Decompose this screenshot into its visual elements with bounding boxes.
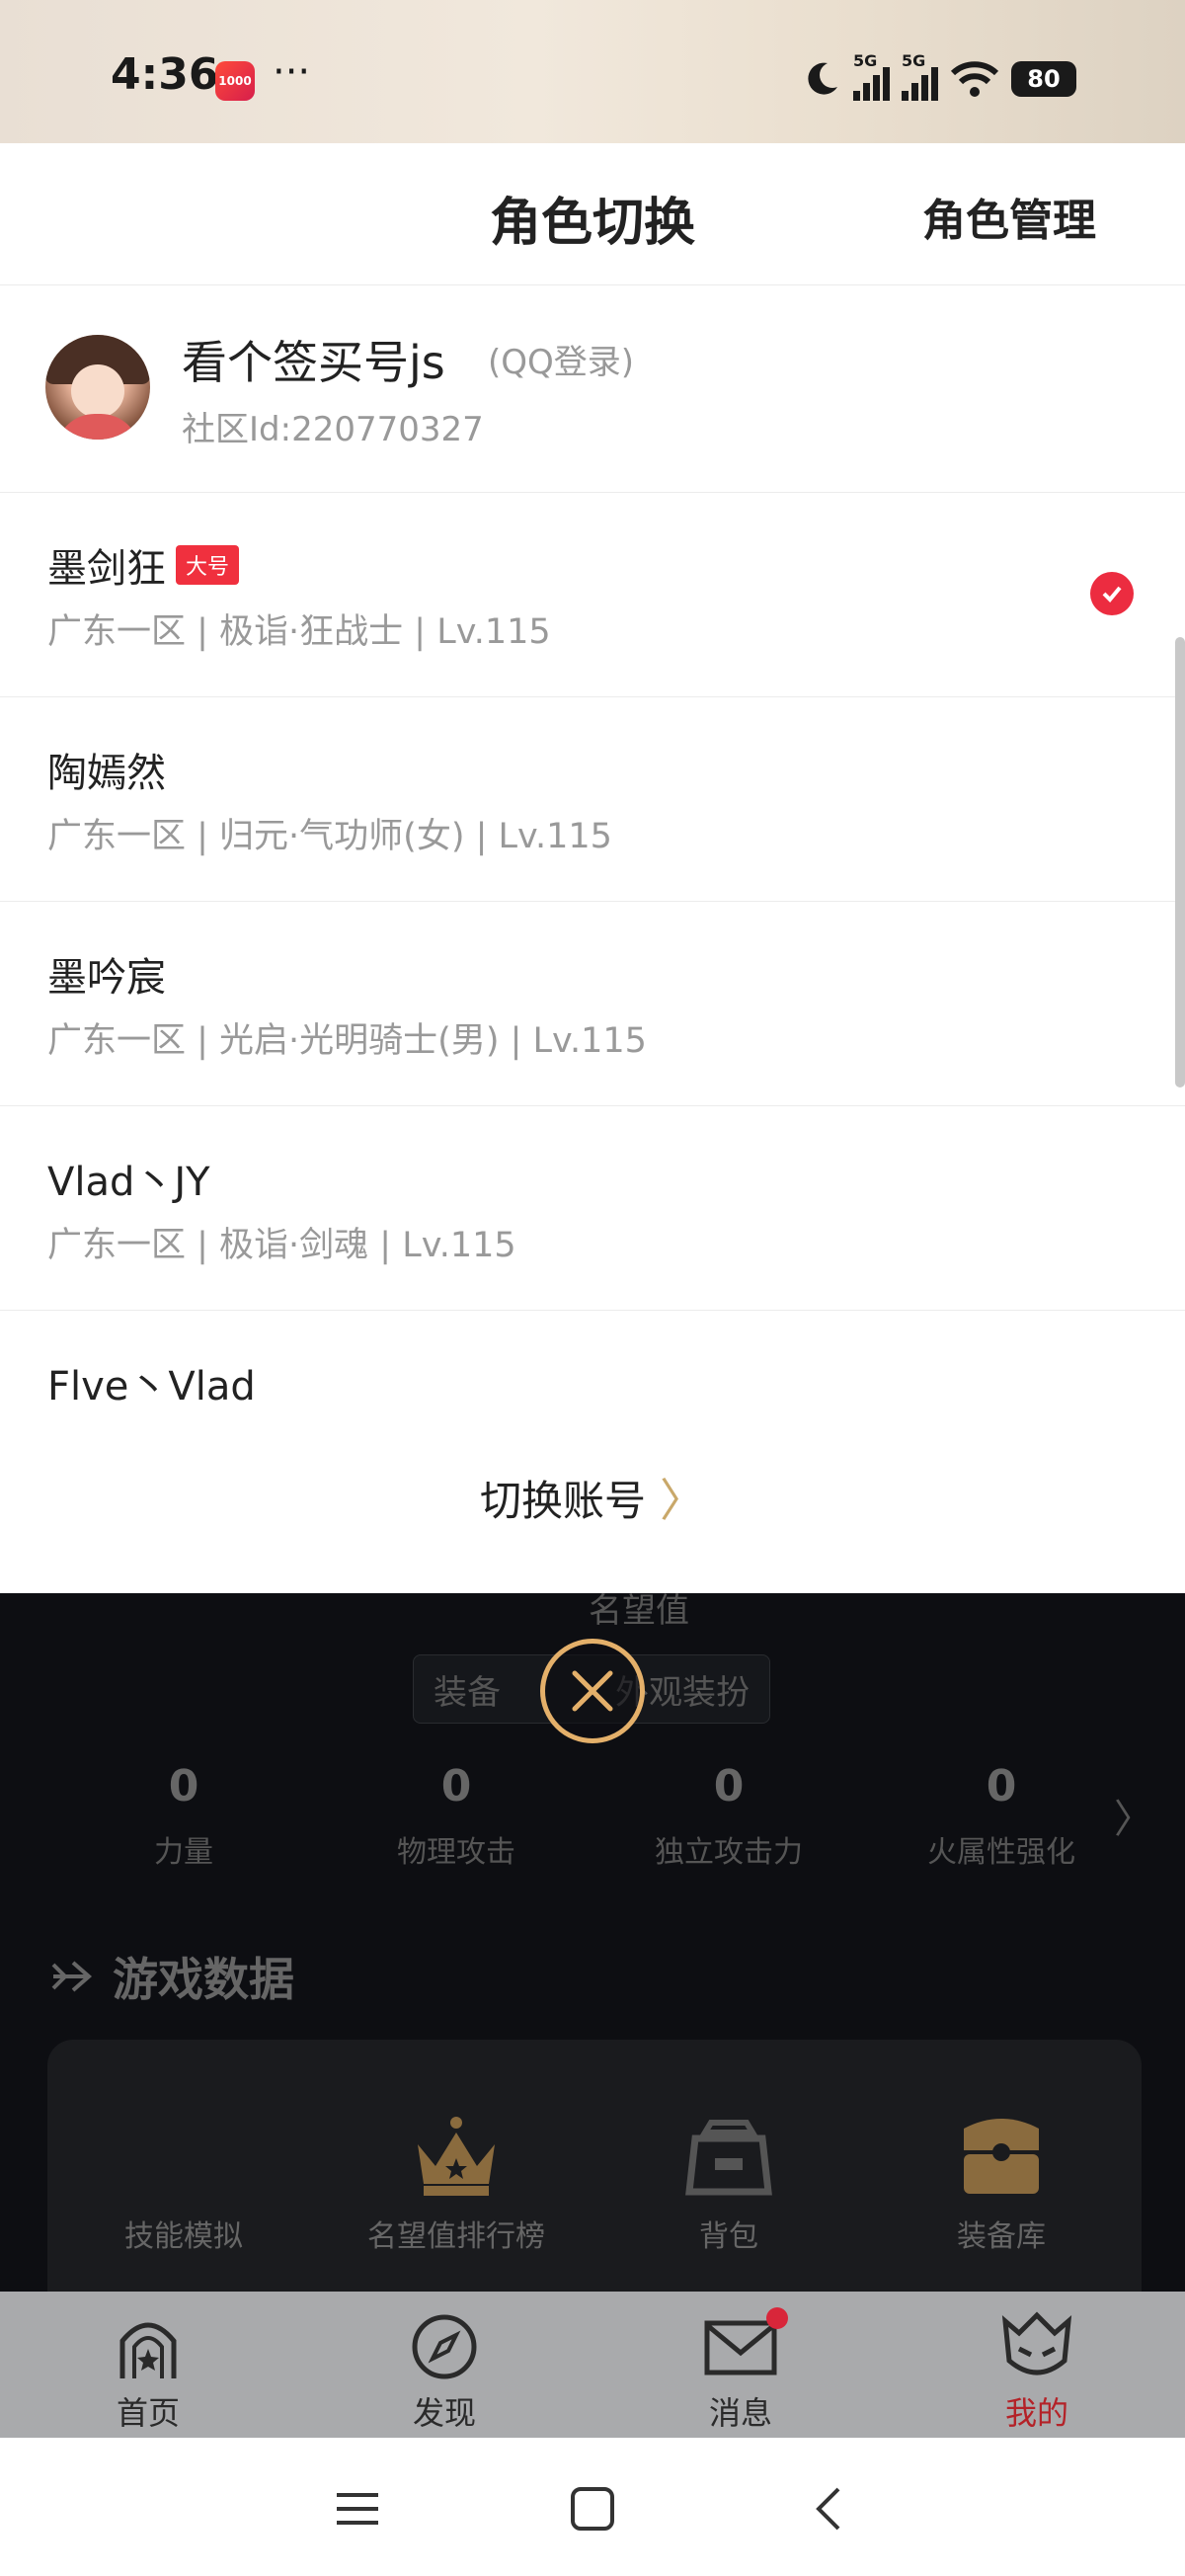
role-list[interactable]: 墨剑狂 大号 广东一区 | 极诣·狂战士 | Lv.115 陶嫣然 广东一区 |… [0,493,1185,1402]
stat-label: 独立攻击力 [655,1835,803,1870]
tool-label: 技能模拟 [124,2219,243,2254]
role-detail: 广东一区 | 极诣·狂战士 | Lv.115 [47,612,551,652]
stats-more-chevron-icon: 〉 [1114,1797,1153,1842]
role-item[interactable]: Vlad丶JY 广东一区 | 极诣·剑魂 | Lv.115 [0,1106,1185,1311]
switch-account-label: 切换账号 [479,1476,646,1525]
avatar [45,335,150,440]
menu-button[interactable] [328,2479,387,2538]
section-title-label: 游戏数据 [113,1953,294,2006]
stat-value: 0 [713,1761,745,1811]
nav-mine[interactable]: 我的 [889,2292,1185,2438]
selected-check-icon [1090,572,1134,615]
tool-label: 名望值排行榜 [367,2219,545,2254]
stat-value: 0 [440,1761,472,1811]
stat-label: 力量 [154,1835,213,1870]
switch-account-button[interactable]: 切换账号 〉 [0,1402,1185,1593]
role-name: 墨吟宸 [47,955,166,1001]
tool-label: 装备库 [957,2219,1046,2254]
main-role-badge: 大号 [176,545,240,585]
role-item[interactable]: 墨剑狂 大号 广东一区 | 极诣·狂战士 | Lv.115 [0,493,1185,697]
backpack-icon [600,2099,857,2198]
nav-discover[interactable]: 发现 [296,2292,592,2438]
nav-home[interactable]: 首页 [0,2292,296,2438]
stat-label: 火属性强化 [927,1835,1075,1870]
signal-strength-icon: 5G [853,51,890,101]
tool-backpack: 背包 [600,2099,857,2255]
status-bar: 4:36 1000 ··· 5G 5G 80 [0,0,1185,143]
role-switch-sheet: 角色切换 角色管理 看个签买号js (QQ登录) 社区Id:220770327 … [0,143,1185,1593]
role-name: Vlad丶JY [47,1160,210,1205]
square-home-icon [571,2487,614,2531]
role-detail: 广东一区 | 归元·气功师(女) | Lv.115 [47,817,612,856]
back-chevron-icon [816,2487,840,2531]
stats-row: 0 力量 0 物理攻击 0 独立攻击力 0 火属性强化 [0,1761,1185,1871]
nav-label: 发现 [412,2394,476,2432]
do-not-disturb-moon-icon [808,62,837,95]
chevron-right-icon: 〉 [660,1474,705,1527]
tab-equipment: 装备 [434,1672,501,1713]
sheet-header: 角色切换 角色管理 [0,143,1185,285]
nav-label: 首页 [116,2394,180,2432]
stat-value: 0 [986,1761,1017,1811]
account-name: 看个签买号js [182,336,445,389]
background-profile-page: 名望值 装备 外观装扮 0 力量 0 物理攻击 0 独立攻击力 0 火属性强化 … [0,1591,1185,2336]
tool-skill-sim: 技能模拟 [55,2099,312,2255]
wifi-icon [950,61,999,97]
skill-icon [55,2099,312,2198]
compass-icon [296,2309,592,2384]
home-arch-icon [0,2309,296,2384]
nav-label: 消息 [708,2394,772,2432]
fame-label: 名望值 [589,1591,689,1631]
stat-item: 0 独立攻击力 [592,1761,865,1871]
home-button[interactable] [563,2479,622,2538]
nav-label: 我的 [1004,2394,1068,2432]
battery-indicator: 80 [1011,61,1076,97]
app-notification-icon: 1000 [215,61,255,101]
nav-messages[interactable]: 消息 [592,2292,889,2438]
role-item[interactable]: 墨吟宸 广东一区 | 光启·光明骑士(男) | Lv.115 [0,902,1185,1106]
game-data-section-title: 游戏数据 [49,1944,294,2009]
more-notifications-icon: ··· [273,49,311,95]
role-name: Flve丶Vlad [47,1364,256,1402]
tool-label: 背包 [699,2219,758,2254]
mail-icon [592,2309,889,2384]
system-navigation-bar [0,2438,1185,2576]
account-card: 看个签买号js (QQ登录) 社区Id:220770327 [0,285,1185,493]
status-indicators: 5G 5G 80 [802,51,1076,101]
stat-value: 0 [168,1761,199,1811]
role-name: 墨剑狂 [47,546,166,592]
back-button[interactable] [798,2479,857,2538]
login-type: (QQ登录) [488,343,635,382]
stat-item: 0 力量 [47,1761,320,1871]
stat-item: 0 火属性强化 [865,1761,1138,1871]
menu-icon [337,2493,378,2525]
close-icon [572,1670,613,1712]
role-manage-button[interactable]: 角色管理 [922,185,1096,248]
stat-label: 物理攻击 [397,1835,515,1870]
status-time: 4:36 [111,49,219,100]
role-item[interactable]: 陶嫣然 广东一区 | 归元·气功师(女) | Lv.115 [0,697,1185,902]
tool-fame-ranking: 名望值排行榜 [328,2099,585,2255]
community-id: 社区Id:220770327 [182,410,484,449]
role-list-scrollbar[interactable] [1175,637,1185,1087]
signal-strength-icon-2: 5G [902,51,938,101]
crown-icon [328,2099,585,2198]
role-item[interactable]: Flve丶Vlad [0,1311,1185,1402]
close-sheet-button[interactable] [540,1639,645,1743]
chest-icon [873,2099,1130,2198]
tool-equipment-library: 装备库 [873,2099,1130,2255]
section-arrow-icon [51,1961,93,1992]
unread-dot [766,2307,788,2329]
role-detail: 广东一区 | 极诣·剑魂 | Lv.115 [47,1226,516,1265]
helmet-icon [889,2309,1185,2384]
role-detail: 广东一区 | 光启·光明骑士(男) | Lv.115 [47,1021,647,1061]
stat-item: 0 物理攻击 [320,1761,592,1871]
role-name: 陶嫣然 [47,751,166,796]
bottom-nav: 首页 发现 消息 我的 [0,2292,1185,2438]
